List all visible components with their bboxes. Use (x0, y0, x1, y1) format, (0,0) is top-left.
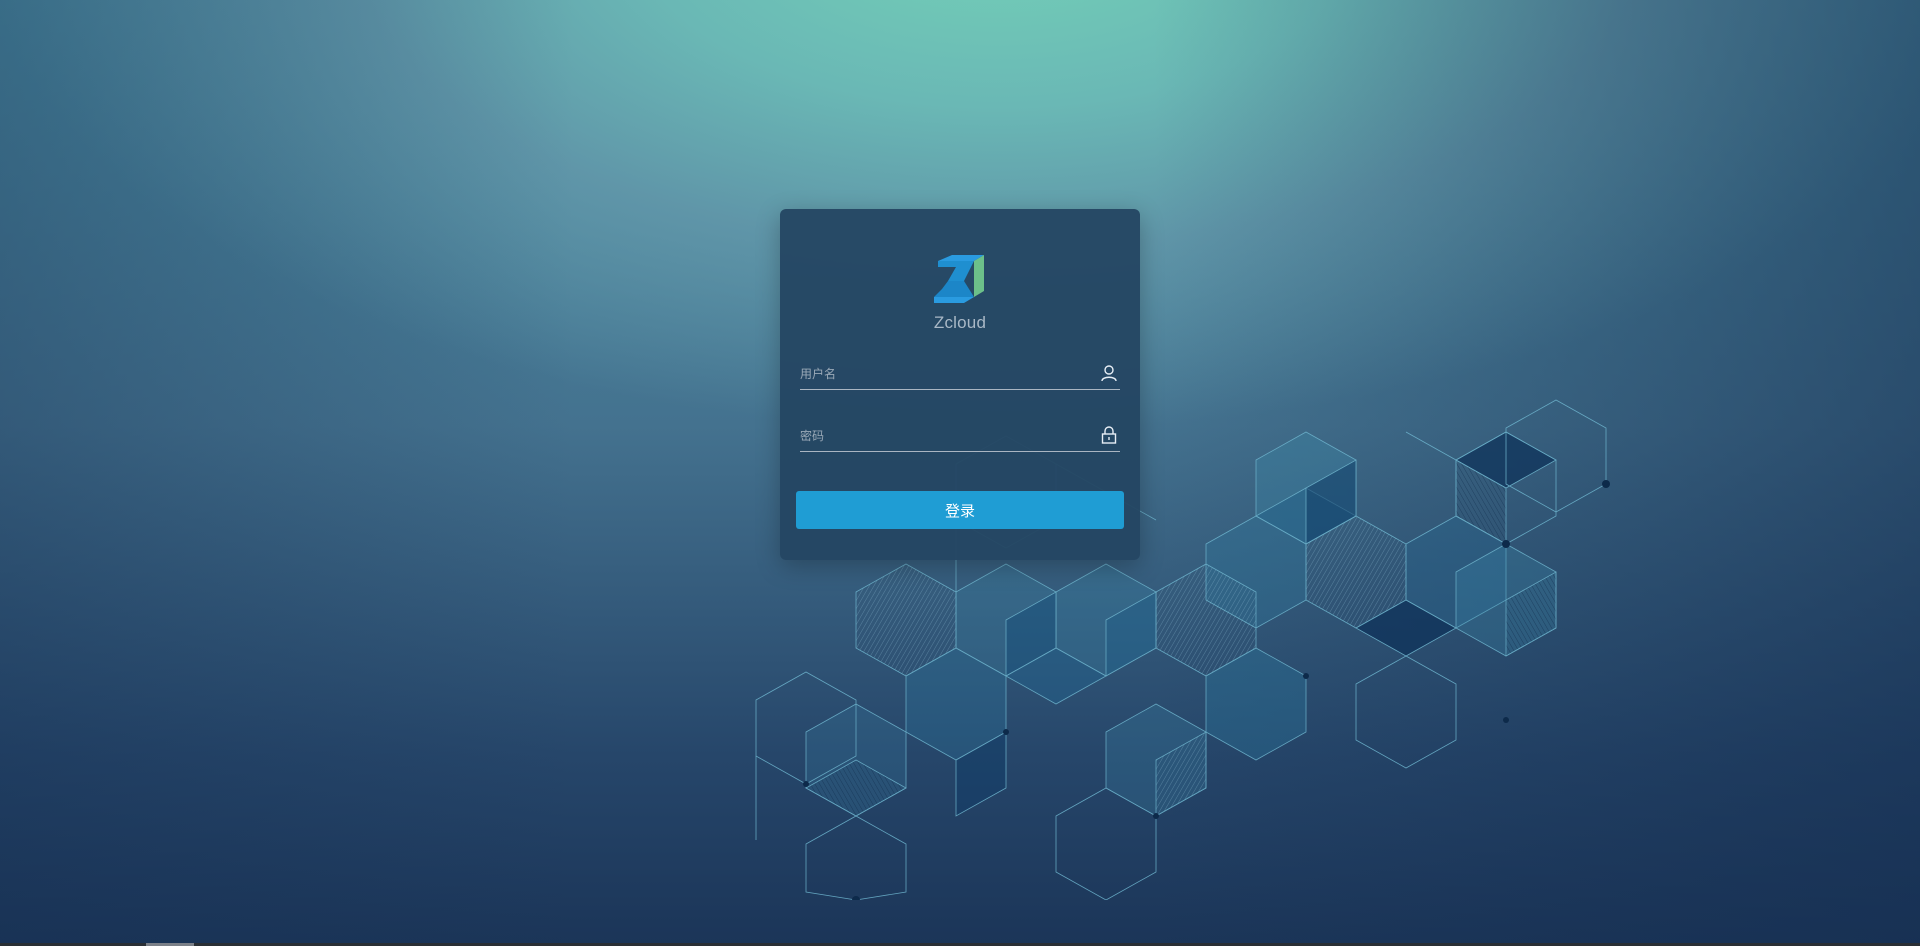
password-field-wrapper (800, 423, 1120, 452)
brand-name: Zcloud (933, 313, 987, 332)
login-page: Zcloud 登录 (0, 0, 1920, 946)
lock-icon (1101, 426, 1117, 444)
user-icon (1101, 365, 1117, 382)
logo (780, 255, 1140, 303)
password-input[interactable] (800, 423, 1090, 449)
zcloud-cube-logo-icon (934, 255, 984, 303)
username-field-wrapper (800, 361, 1120, 390)
login-card: Zcloud 登录 (780, 209, 1140, 560)
username-input[interactable] (800, 361, 1090, 387)
login-button[interactable]: 登录 (796, 491, 1124, 529)
